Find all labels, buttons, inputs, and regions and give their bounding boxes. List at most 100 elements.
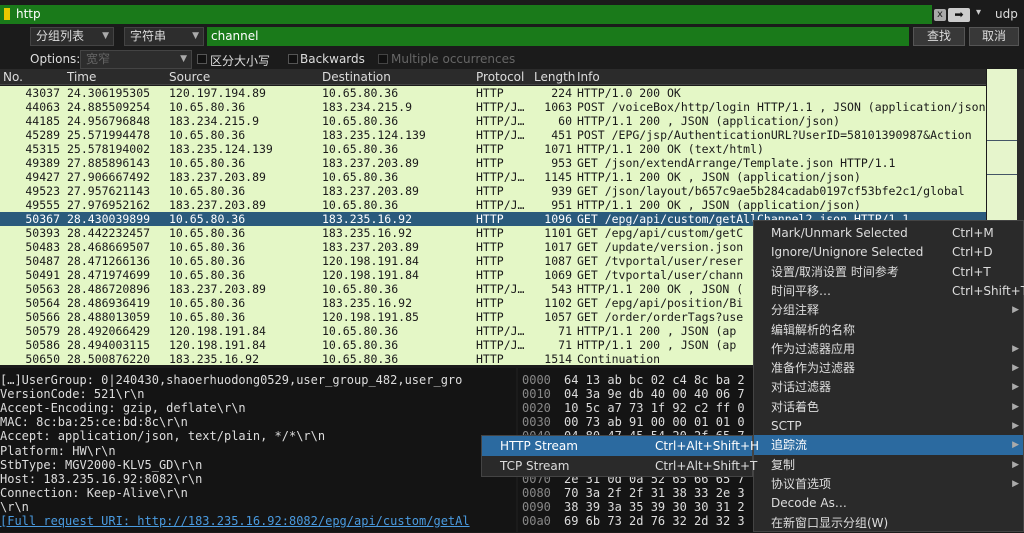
table-row[interactable]: 45315 25.578194002 183.235.124.139 10.65.80… [0, 142, 986, 156]
cell-time: 28.488013059 [67, 310, 151, 324]
menu-item-label: SCTP [771, 419, 802, 433]
cell-info: POST /EPG/jsp/AuthenticationURL?UserID=5… [577, 128, 972, 142]
cell-len: 953 [551, 156, 572, 170]
column-header-destination[interactable]: Destination [322, 70, 391, 84]
backwards-checkbox[interactable] [288, 54, 298, 64]
menu-item[interactable]: Decode As… [754, 493, 1023, 513]
udp-filter-button[interactable]: udp [995, 7, 1018, 21]
apply-filter-icon[interactable]: ➡ [948, 8, 970, 22]
column-header-info[interactable]: Info [577, 70, 600, 84]
byte-hex[interactable]: 64 13 ab bc 02 c4 8c ba 2 [564, 373, 745, 387]
detail-line[interactable]: \r\n [0, 500, 29, 514]
table-row[interactable]: 49555 27.976952162 183.237.203.89 10.65.80.… [0, 198, 986, 212]
cell-time: 28.500876220 [67, 352, 151, 365]
submenu-item-shortcut: Ctrl+Alt+Shift+H [655, 439, 760, 453]
menu-item[interactable]: SCTP ▶ [754, 416, 1023, 436]
menu-item[interactable]: 对话过滤器 ▶ [754, 377, 1023, 397]
charset-select[interactable]: 宽窄 ▼ [80, 50, 192, 69]
detail-line[interactable]: Connection: Keep-Alive\r\n [0, 486, 188, 500]
multiple-occurrences-checkbox[interactable] [378, 54, 388, 64]
cell-info: HTTP/1.1 200 OK (text/html) [577, 142, 764, 156]
table-row[interactable]: 49523 27.957621143 10.65.80.36 183.237.203.… [0, 184, 986, 198]
detail-line[interactable]: Host: 183.235.16.92:8082\r\n [0, 472, 202, 486]
byte-offset: 0020 [522, 401, 551, 416]
bookmark-icon[interactable] [4, 8, 10, 20]
byte-hex[interactable]: 70 3a 2f 2f 31 38 33 2e 3 [564, 486, 745, 500]
menu-item[interactable]: 时间平移… Ctrl+Shift+T [754, 281, 1024, 301]
detail-line[interactable]: Accept: application/json, text/plain, */… [0, 429, 325, 443]
cell-dst: 10.65.80.36 [322, 86, 399, 100]
chevron-down-icon: ▼ [192, 31, 199, 41]
cell-proto: HTTP/J… [476, 128, 525, 142]
menu-item[interactable]: 复制 ▶ [754, 455, 1023, 475]
byte-hex[interactable]: 00 73 ab 91 00 00 01 01 0 [564, 415, 745, 429]
submenu-item[interactable]: HTTP Stream Ctrl+Alt+Shift+H [482, 436, 759, 456]
byte-hex[interactable]: 69 6b 73 2d 76 32 2d 32 3 [564, 514, 745, 528]
cell-time: 25.578194002 [67, 142, 151, 156]
full-request-uri-link[interactable]: [Full request URI: http://183.235.16.92:… [0, 514, 470, 528]
menu-item[interactable]: Ignore/Unignore Selected Ctrl+D [754, 242, 1023, 262]
byte-hex[interactable]: 10 5c a7 73 1f 92 c2 ff 0 [564, 401, 745, 415]
detail-line[interactable]: MAC: 8c:ba:25:ce:bd:8c\r\n [0, 415, 188, 429]
cell-no: 50564 [25, 296, 60, 310]
table-row[interactable]: 44185 24.956796848 183.234.215.9 10.65.80.3… [0, 114, 986, 128]
column-header-no[interactable]: No. [3, 70, 23, 84]
detail-line[interactable]: StbType: MGV2000-KLV5_GD\r\n [0, 458, 202, 472]
menu-item[interactable]: 分组注释 ▶ [754, 300, 1023, 320]
detail-line[interactable]: Platform: HW\r\n [0, 444, 116, 458]
cell-len: 1017 [544, 240, 572, 254]
menu-item[interactable]: 对话着色 ▶ [754, 397, 1023, 417]
cell-proto: HTTP/J… [476, 170, 525, 184]
detail-line[interactable]: […]UserGroup: 0|240430,shaoerhuodong0529… [0, 373, 462, 387]
column-header-protocol[interactable]: Protocol [476, 70, 524, 84]
menu-item[interactable]: 追踪流 ▶ [754, 435, 1023, 456]
cell-no: 50650 [25, 352, 60, 365]
clear-filter-icon[interactable]: x [934, 9, 946, 21]
table-row[interactable]: 45289 25.571994478 10.65.80.36 183.235.124.… [0, 128, 986, 142]
search-type-select[interactable]: 字符串 ▼ [124, 27, 204, 46]
detail-line[interactable]: VersionCode: 521\r\n [0, 387, 145, 401]
cell-time: 28.471974699 [67, 268, 151, 282]
menu-item-label: 追踪流 [771, 438, 808, 453]
cancel-button[interactable]: 取消 [969, 27, 1019, 46]
column-header-time[interactable]: Time [67, 70, 96, 84]
case-sensitive-checkbox[interactable] [197, 54, 207, 64]
cell-len: 1087 [544, 254, 572, 268]
menu-item[interactable]: 编辑解析的名称 [754, 320, 1023, 340]
submenu-arrow-icon: ▶ [1012, 305, 1019, 316]
menu-item[interactable]: 设置/取消设置 时间参考 Ctrl+T [754, 262, 1023, 282]
byte-hex[interactable]: 38 39 3a 35 39 30 30 31 2 [564, 500, 745, 514]
cell-len: 1102 [544, 296, 572, 310]
cell-proto: HTTP/J… [476, 338, 525, 352]
display-filter-input[interactable]: http [0, 5, 932, 24]
menu-item-label: 对话过滤器 [771, 380, 832, 395]
menu-item[interactable]: 准备作为过滤器 ▶ [754, 358, 1023, 378]
menu-item-label: 作为过滤器应用 [771, 341, 856, 356]
filter-history-dropdown-icon[interactable]: ▾ [976, 7, 981, 18]
table-row[interactable]: 43037 24.306195305 120.197.194.89 10.65.80.… [0, 86, 986, 100]
byte-hex[interactable]: 04 3a 9e db 40 00 40 06 7 [564, 387, 745, 401]
submenu-item[interactable]: TCP Stream Ctrl+Alt+Shift+T [482, 456, 757, 476]
detail-line[interactable]: Accept-Encoding: gzip, deflate\r\n [0, 401, 246, 415]
cell-dst: 10.65.80.36 [322, 198, 399, 212]
column-header-source[interactable]: Source [169, 70, 210, 84]
packet-list-header: No. Time Source Destination Protocol Len… [0, 69, 986, 85]
table-row[interactable]: 49427 27.906667492 183.237.203.89 10.65.80.… [0, 170, 986, 184]
cell-proto: HTTP [476, 296, 504, 310]
menu-item[interactable]: 协议首选项 ▶ [754, 474, 1023, 494]
search-input[interactable]: channel [207, 27, 909, 46]
menu-item[interactable]: 作为过滤器应用 ▶ [754, 339, 1023, 359]
menu-item-label: 复制 [771, 457, 796, 472]
table-row[interactable]: 49389 27.885896143 10.65.80.36 183.237.203.… [0, 156, 986, 170]
find-button[interactable]: 查找 [913, 27, 965, 46]
packet-context-menu: Mark/Unmark Selected Ctrl+M Ignore/Unignor… [753, 220, 1024, 532]
table-row[interactable]: 44063 24.885509254 10.65.80.36 183.234.215.… [0, 100, 986, 114]
cell-time: 27.906667492 [67, 170, 151, 184]
submenu-arrow-icon: ▶ [1012, 459, 1019, 470]
search-scope-value: 分组列表 [36, 29, 85, 43]
search-scope-select[interactable]: 分组列表 ▼ [30, 27, 114, 46]
menu-item[interactable]: Mark/Unmark Selected Ctrl+M [754, 223, 1023, 243]
column-header-length[interactable]: Length [534, 70, 575, 84]
menu-item[interactable]: 在新窗口显示分组(W) [754, 513, 1023, 533]
cell-len: 951 [551, 198, 572, 212]
